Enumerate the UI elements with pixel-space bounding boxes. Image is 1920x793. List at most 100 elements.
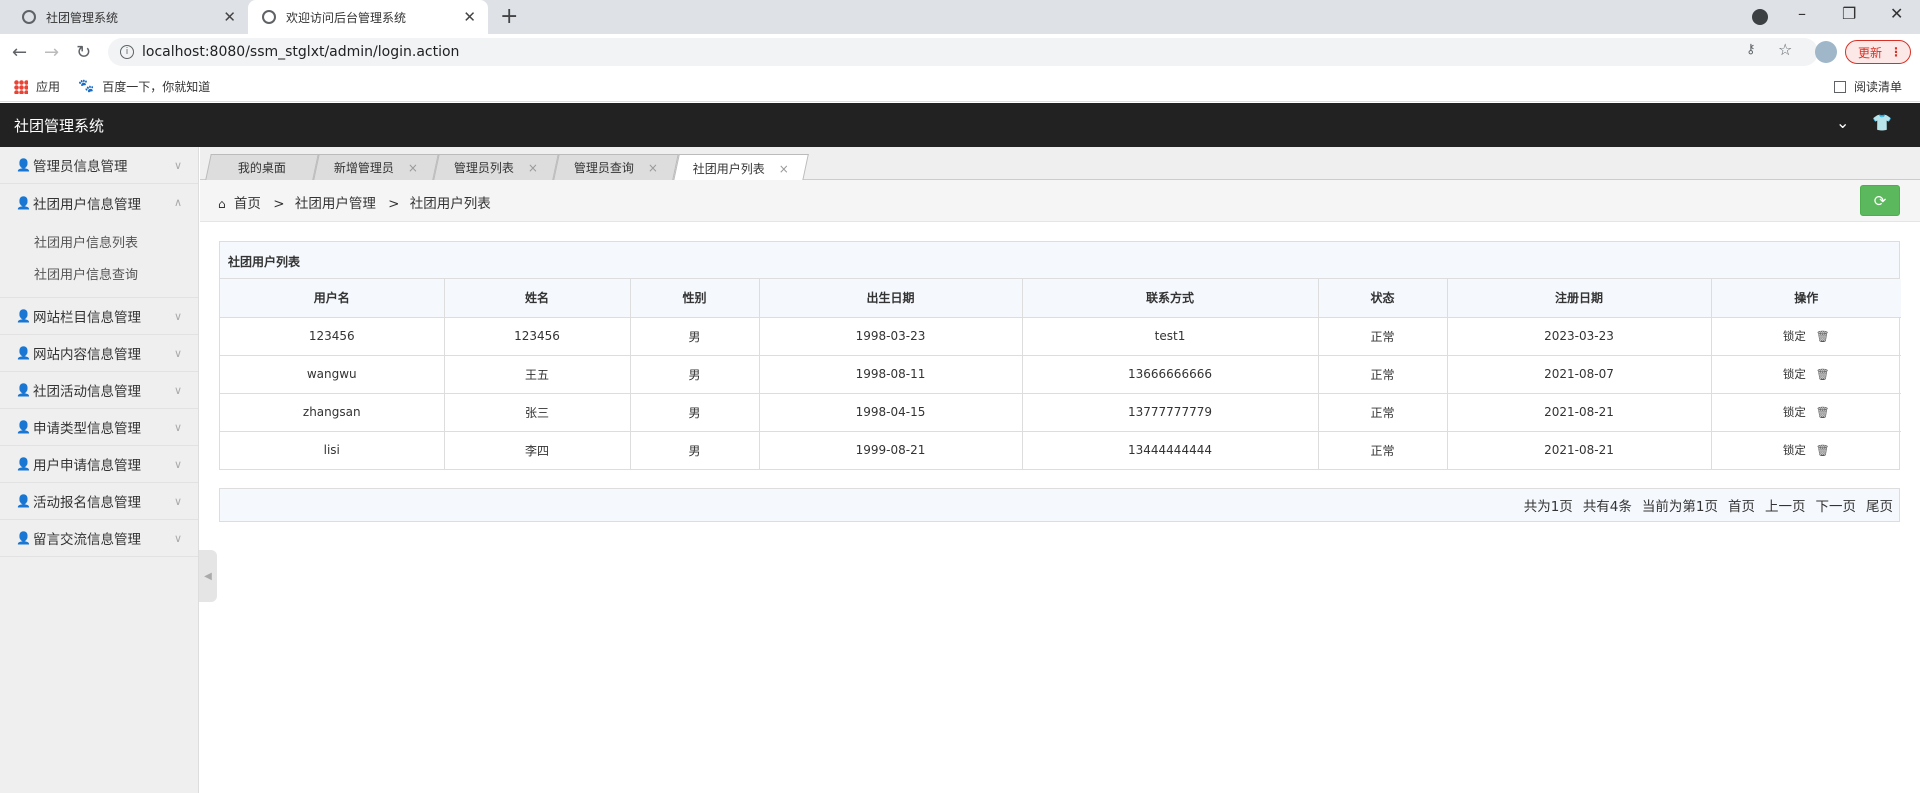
sidebar-item-admin[interactable]: 👤 管理员信息管理 ∨ bbox=[0, 147, 198, 184]
browser-tab-active[interactable]: 欢迎访问后台管理系统 ✕ bbox=[248, 0, 488, 34]
reload-icon[interactable]: ↻ bbox=[76, 42, 91, 63]
sidebar-item-label: 网站内容信息管理 bbox=[32, 347, 141, 363]
profile-avatar[interactable] bbox=[1815, 41, 1837, 63]
apps-grid-icon bbox=[14, 79, 28, 94]
close-icon[interactable]: ✕ bbox=[463, 8, 476, 26]
restore-icon[interactable]: ❐ bbox=[1842, 4, 1856, 23]
sidebar-item-apply-types[interactable]: 👤 申请类型信息管理 ∨ bbox=[0, 409, 198, 446]
key-icon[interactable]: ⚷ bbox=[1746, 42, 1756, 57]
cell-status: 正常 bbox=[1318, 393, 1448, 432]
lock-link[interactable]: 锁定 bbox=[1783, 367, 1806, 381]
table-header-row: 用户名 姓名 性别 出生日期 联系方式 状态 注册日期 操作 bbox=[220, 279, 1901, 318]
user-table-panel: 社团用户列表 用户名 姓名 性别 出生日期 联系方式 状态 注册日期 操作 12… bbox=[219, 241, 1901, 470]
sidebar-item-registrations[interactable]: 👤 活动报名信息管理 ∨ bbox=[0, 483, 198, 520]
new-tab-icon[interactable]: + bbox=[500, 4, 518, 29]
lock-link[interactable]: 锁定 bbox=[1783, 443, 1806, 457]
sidebar-item-activities[interactable]: 👤 社团活动信息管理 ∨ bbox=[0, 372, 198, 409]
column-header: 性别 bbox=[630, 279, 760, 318]
trash-icon[interactable]: 🗑 bbox=[1816, 368, 1830, 381]
reading-list[interactable]: 阅读清单 bbox=[1834, 78, 1902, 95]
breadcrumb-separator: > bbox=[388, 196, 400, 212]
reading-list-label: 阅读清单 bbox=[1854, 80, 1903, 94]
tab-label: 管理员列表 bbox=[453, 161, 514, 175]
breadcrumb-separator: > bbox=[273, 196, 285, 212]
chevron-down-icon: ∨ bbox=[173, 494, 182, 508]
tab-admin-list[interactable]: 管理员列表 × bbox=[433, 154, 559, 180]
chevron-down-icon: ∨ bbox=[173, 309, 182, 323]
close-icon[interactable]: × bbox=[528, 161, 538, 175]
close-icon[interactable]: × bbox=[408, 161, 418, 175]
cell-username: zhangsan bbox=[220, 393, 445, 432]
info-icon[interactable]: i bbox=[120, 45, 134, 59]
first-page-link[interactable]: 首页 bbox=[1728, 495, 1755, 515]
update-button[interactable]: 更新 ⋮ bbox=[1845, 40, 1911, 64]
sidebar-item-user-applications[interactable]: 👤 用户申请信息管理 ∨ bbox=[0, 446, 198, 483]
close-icon[interactable]: × bbox=[648, 161, 658, 175]
sidebar-item-content[interactable]: 👤 网站内容信息管理 ∨ bbox=[0, 335, 198, 372]
column-header: 操作 bbox=[1711, 279, 1901, 318]
tab-search-icon[interactable] bbox=[1752, 9, 1768, 25]
total-pages: 共为1页 bbox=[1523, 499, 1573, 515]
content-tab-strip: 我的桌面 新增管理员 × 管理员列表 × 管理员查询 × 社团用户列表 × bbox=[200, 147, 1920, 181]
tab-club-user-list[interactable]: 社团用户列表 × bbox=[673, 154, 809, 181]
bookmark-baidu[interactable]: 🐾 百度一下，你就知道 bbox=[78, 78, 210, 95]
bookmark-label: 百度一下，你就知道 bbox=[102, 80, 211, 94]
app-title: 社团管理系统 bbox=[14, 117, 105, 135]
table-row: lisi 李四 男 1999-08-21 13444444444 正常 2021… bbox=[220, 431, 1901, 469]
tab-label: 我的桌面 bbox=[237, 161, 286, 175]
cell-contact: 13777777779 bbox=[1022, 393, 1319, 432]
breadcrumb: ⌂ 首页 > 社团用户管理 > 社团用户列表 bbox=[218, 192, 491, 212]
cell-username: wangwu bbox=[220, 355, 445, 394]
skin-icon[interactable]: 👕 bbox=[1872, 113, 1892, 132]
tab-desktop[interactable]: 我的桌面 bbox=[205, 154, 319, 180]
submenu-user-query[interactable]: 社团用户信息查询 bbox=[0, 257, 198, 289]
lock-link[interactable]: 锁定 bbox=[1783, 405, 1806, 419]
breadcrumb-home[interactable]: 首页 bbox=[234, 196, 261, 212]
submenu-user-list[interactable]: 社团用户信息列表 bbox=[0, 225, 198, 257]
prev-page-link[interactable]: 上一页 bbox=[1765, 495, 1806, 515]
trash-icon[interactable]: 🗑 bbox=[1816, 330, 1830, 343]
lock-link[interactable]: 锁定 bbox=[1783, 329, 1806, 343]
close-icon[interactable]: × bbox=[779, 162, 789, 176]
close-icon[interactable]: ✕ bbox=[223, 8, 236, 26]
sidebar-collapse-handle[interactable]: ◀ bbox=[199, 550, 217, 602]
next-page-link[interactable]: 下一页 bbox=[1816, 495, 1857, 515]
sidebar-item-columns[interactable]: 👤 网站栏目信息管理 ∨ bbox=[0, 298, 198, 335]
sidebar-item-club-users[interactable]: 👤 社团用户信息管理 ∧ bbox=[0, 184, 198, 221]
cell-username: lisi bbox=[220, 431, 445, 469]
tab-admin-query[interactable]: 管理员查询 × bbox=[553, 154, 679, 180]
chevron-down-icon: ∨ bbox=[173, 420, 182, 434]
sidebar-item-messages[interactable]: 👤 留言交流信息管理 ∨ bbox=[0, 520, 198, 557]
cell-register-date: 2021-08-21 bbox=[1447, 431, 1712, 469]
forward-icon[interactable]: → bbox=[44, 42, 59, 63]
more-icon: ⋮ bbox=[1890, 45, 1902, 59]
star-icon[interactable]: ☆ bbox=[1778, 40, 1792, 59]
back-icon[interactable]: ← bbox=[12, 42, 27, 63]
cell-actions: 锁定 🗑 bbox=[1711, 317, 1901, 356]
cell-name: 张三 bbox=[444, 393, 631, 432]
address-row: ← → ↻ i localhost:8080/ssm_stglxt/admin/… bbox=[0, 34, 1920, 70]
cell-gender: 男 bbox=[630, 355, 760, 394]
chevron-down-icon[interactable]: ⌄ bbox=[1836, 113, 1849, 132]
browser-tab[interactable]: 社团管理系统 ✕ bbox=[8, 0, 248, 34]
bookmarks-bar: 应用 🐾 百度一下，你就知道 阅读清单 bbox=[0, 70, 1920, 102]
breadcrumb-level2: 社团用户列表 bbox=[409, 196, 491, 212]
trash-icon[interactable]: 🗑 bbox=[1816, 406, 1830, 419]
column-header: 联系方式 bbox=[1022, 279, 1319, 318]
minimize-icon[interactable]: – bbox=[1798, 4, 1806, 23]
url-text[interactable]: localhost:8080/ssm_stglxt/admin/login.ac… bbox=[142, 44, 459, 60]
window-close-icon[interactable]: ✕ bbox=[1890, 4, 1903, 23]
breadcrumb-level1[interactable]: 社团用户管理 bbox=[295, 196, 376, 212]
tab-label: 社团用户列表 bbox=[692, 161, 765, 176]
bookmark-apps[interactable]: 应用 bbox=[14, 78, 60, 95]
address-bar[interactable]: i localhost:8080/ssm_stglxt/admin/login.… bbox=[108, 38, 1818, 66]
last-page-link[interactable]: 尾页 bbox=[1866, 495, 1893, 515]
tab-add-admin[interactable]: 新增管理员 × bbox=[313, 154, 439, 180]
pagination: 共为1页 共有4条 当前为第1页 首页 上一页 下一页 尾页 bbox=[219, 488, 1900, 522]
cell-status: 正常 bbox=[1318, 431, 1448, 469]
column-header: 用户名 bbox=[220, 279, 445, 318]
cell-register-date: 2021-08-21 bbox=[1447, 393, 1712, 432]
chevron-down-icon: ∨ bbox=[173, 457, 182, 471]
refresh-button[interactable]: ⟳ bbox=[1860, 185, 1900, 216]
trash-icon[interactable]: 🗑 bbox=[1816, 444, 1830, 457]
